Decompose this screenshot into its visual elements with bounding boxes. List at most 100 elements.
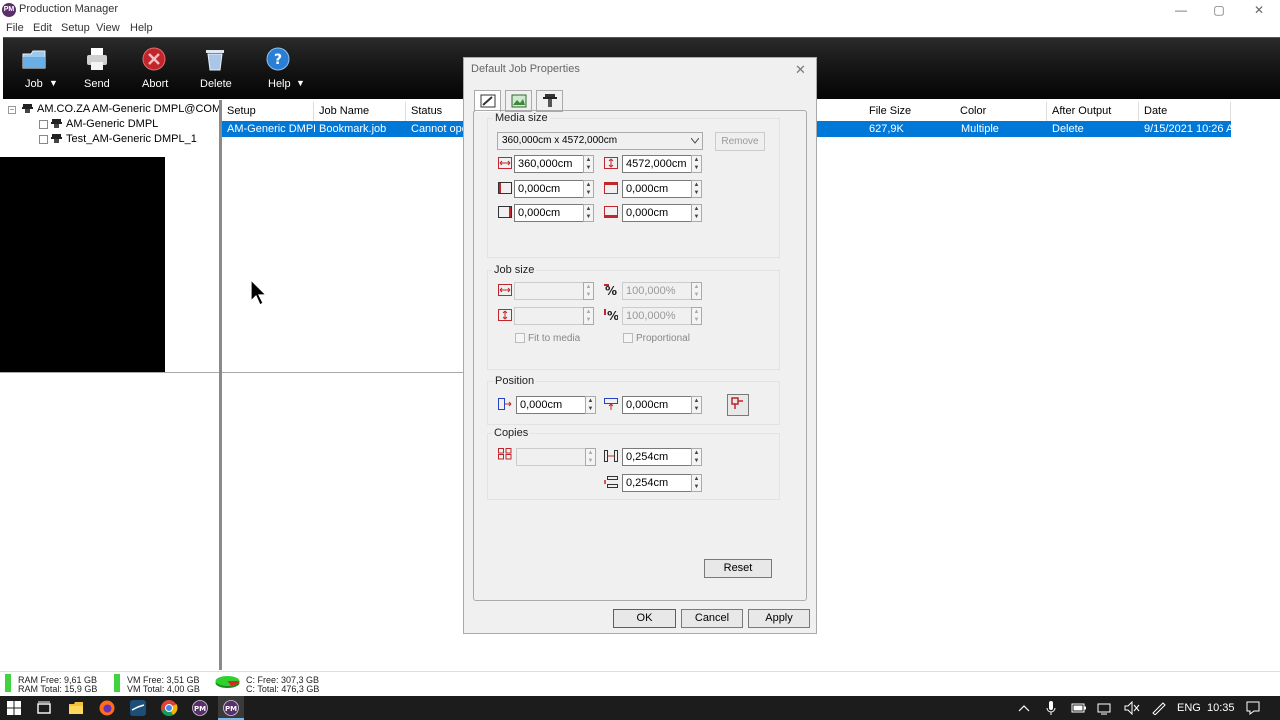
network-icon[interactable] <box>1097 701 1113 715</box>
apply-button[interactable]: Apply <box>748 609 810 628</box>
cell-color: Multiple <box>961 123 999 135</box>
printer-icon <box>51 134 62 143</box>
copies-count-input[interactable] <box>516 448 587 466</box>
tab-image[interactable] <box>505 90 532 112</box>
job-height-spinner[interactable]: ▲ ▼ <box>583 307 594 325</box>
margin-top-spinner[interactable]: ▲ ▼ <box>691 180 702 198</box>
microphone-icon[interactable] <box>1045 700 1057 716</box>
tab-device[interactable] <box>536 90 563 112</box>
tree-item[interactable]: Test_AM-Generic DMPL_1 <box>66 133 197 145</box>
close-button[interactable]: ✕ <box>1240 0 1278 20</box>
tree-expander[interactable]: − <box>8 106 16 114</box>
tree-checkbox[interactable] <box>39 120 48 129</box>
copies-count-spinner[interactable]: ▲ ▼ <box>585 448 596 466</box>
abort-tool-button[interactable]: Abort <box>141 44 173 96</box>
maximize-button[interactable]: ▢ <box>1200 0 1238 20</box>
column-header-date[interactable]: Date <box>1139 102 1231 121</box>
reset-button[interactable]: Reset <box>704 559 772 578</box>
menu-edit[interactable]: Edit <box>33 20 52 36</box>
menu-setup[interactable]: Setup <box>61 20 90 36</box>
proportional-checkbox[interactable] <box>623 333 633 343</box>
scale-x-spinner[interactable]: ▲ ▼ <box>691 282 702 300</box>
spacing-x-input[interactable]: 0,254cm <box>622 448 693 466</box>
job-tool-button[interactable]: Job ▼ <box>19 44 71 96</box>
margin-left-input[interactable]: 0,000cm <box>514 180 585 198</box>
margin-right-input[interactable]: 0,000cm <box>514 204 585 222</box>
close-icon[interactable]: ✕ <box>795 62 806 78</box>
menu-help[interactable]: Help <box>130 20 153 36</box>
production-manager-icon[interactable]: PM <box>191 699 209 717</box>
spacing-y-spinner[interactable]: ▲ ▼ <box>691 474 702 492</box>
job-height-input[interactable] <box>514 307 585 325</box>
scale-y-input[interactable]: 100,000% <box>622 307 693 325</box>
minimize-button[interactable]: — <box>1162 0 1200 20</box>
clock[interactable]: 10:35 <box>1207 700 1235 716</box>
menu-file[interactable]: File <box>6 20 24 36</box>
position-y-input[interactable]: 0,000cm <box>622 396 693 414</box>
ok-button[interactable]: OK <box>613 609 676 628</box>
notification-icon[interactable] <box>1246 701 1260 715</box>
steam-icon[interactable] <box>129 699 147 717</box>
media-height-spinner[interactable]: ▲ ▼ <box>691 155 702 173</box>
menu-view[interactable]: View <box>96 20 120 36</box>
position-x-spinner[interactable]: ▲ ▼ <box>585 396 596 414</box>
scale-x-input[interactable]: 100,000% <box>622 282 693 300</box>
battery-icon[interactable] <box>1071 702 1087 714</box>
column-header-color[interactable]: Color <box>955 102 1047 121</box>
position-x-icon <box>498 398 512 410</box>
position-origin-button[interactable] <box>727 394 749 416</box>
delete-tool-button[interactable]: Delete <box>199 44 233 96</box>
job-width-input[interactable] <box>514 282 585 300</box>
tray-chevron-up-icon[interactable] <box>1018 703 1030 713</box>
margin-bottom-icon <box>604 206 618 218</box>
position-x-input[interactable]: 0,000cm <box>516 396 587 414</box>
volume-muted-icon[interactable] <box>1124 701 1140 715</box>
pen-icon[interactable] <box>1151 701 1167 715</box>
spacing-x-spinner[interactable]: ▲ ▼ <box>691 448 702 466</box>
production-manager-active-icon[interactable]: PM <box>222 699 240 717</box>
margin-bottom-spinner[interactable]: ▲ ▼ <box>691 204 702 222</box>
margin-left-spinner[interactable]: ▲ ▼ <box>583 180 594 198</box>
abort-tool-label: Abort <box>142 78 169 90</box>
chevron-down-icon <box>691 138 699 144</box>
disk-pie-icon <box>215 676 240 688</box>
media-width-input[interactable]: 360,000cm <box>514 155 585 173</box>
task-view-icon[interactable] <box>35 699 53 717</box>
media-size-select[interactable]: 360,000cm x 4572,000cm <box>497 132 703 150</box>
help-tool-button[interactable]: ? Help ▼ <box>265 44 311 96</box>
job-preview-area <box>222 152 480 373</box>
language-indicator[interactable]: ENG <box>1177 700 1201 716</box>
fit-to-media-checkbox[interactable] <box>515 333 525 343</box>
chrome-icon[interactable] <box>160 699 178 717</box>
column-header-after-output[interactable]: After Output <box>1047 102 1139 121</box>
remove-button[interactable]: Remove <box>715 132 765 151</box>
cancel-button[interactable]: Cancel <box>681 609 743 628</box>
windows-start-icon[interactable] <box>5 699 23 717</box>
column-header-status[interactable]: Status <box>406 102 464 121</box>
delete-tool-label: Delete <box>200 78 232 90</box>
app-icon: PM <box>2 3 16 17</box>
tree-checkbox[interactable] <box>39 135 48 144</box>
scale-y-spinner[interactable]: ▲ ▼ <box>691 307 702 325</box>
tree-item[interactable]: AM-Generic DMPL <box>66 118 158 130</box>
spacing-y-input[interactable]: 0,254cm <box>622 474 693 492</box>
column-header-file-size[interactable]: File Size <box>864 102 956 121</box>
margin-left-icon <box>498 182 512 194</box>
mouse-cursor-icon <box>250 279 268 306</box>
column-header-setup[interactable]: Setup <box>222 102 314 121</box>
tree-root-label[interactable]: AM.CO.ZA AM-Generic DMPL@COM1: <box>37 103 230 115</box>
margin-bottom-input[interactable]: 0,000cm <box>622 204 693 222</box>
job-width-spinner[interactable]: ▲ ▼ <box>583 282 594 300</box>
media-height-input[interactable]: 4572,000cm <box>622 155 693 173</box>
column-header-job-name[interactable]: Job Name <box>314 102 406 121</box>
margin-right-icon <box>498 206 512 218</box>
media-width-spinner[interactable]: ▲ ▼ <box>583 155 594 173</box>
position-y-spinner[interactable]: ▲ ▼ <box>691 396 702 414</box>
send-tool-button[interactable]: Send <box>82 44 114 96</box>
margin-top-input[interactable]: 0,000cm <box>622 180 693 198</box>
margin-right-spinner[interactable]: ▲ ▼ <box>583 204 594 222</box>
tab-media[interactable] <box>474 90 501 112</box>
dialog-title: Default Job Properties <box>471 63 580 75</box>
file-explorer-icon[interactable] <box>67 699 85 717</box>
firefox-icon[interactable] <box>98 699 116 717</box>
